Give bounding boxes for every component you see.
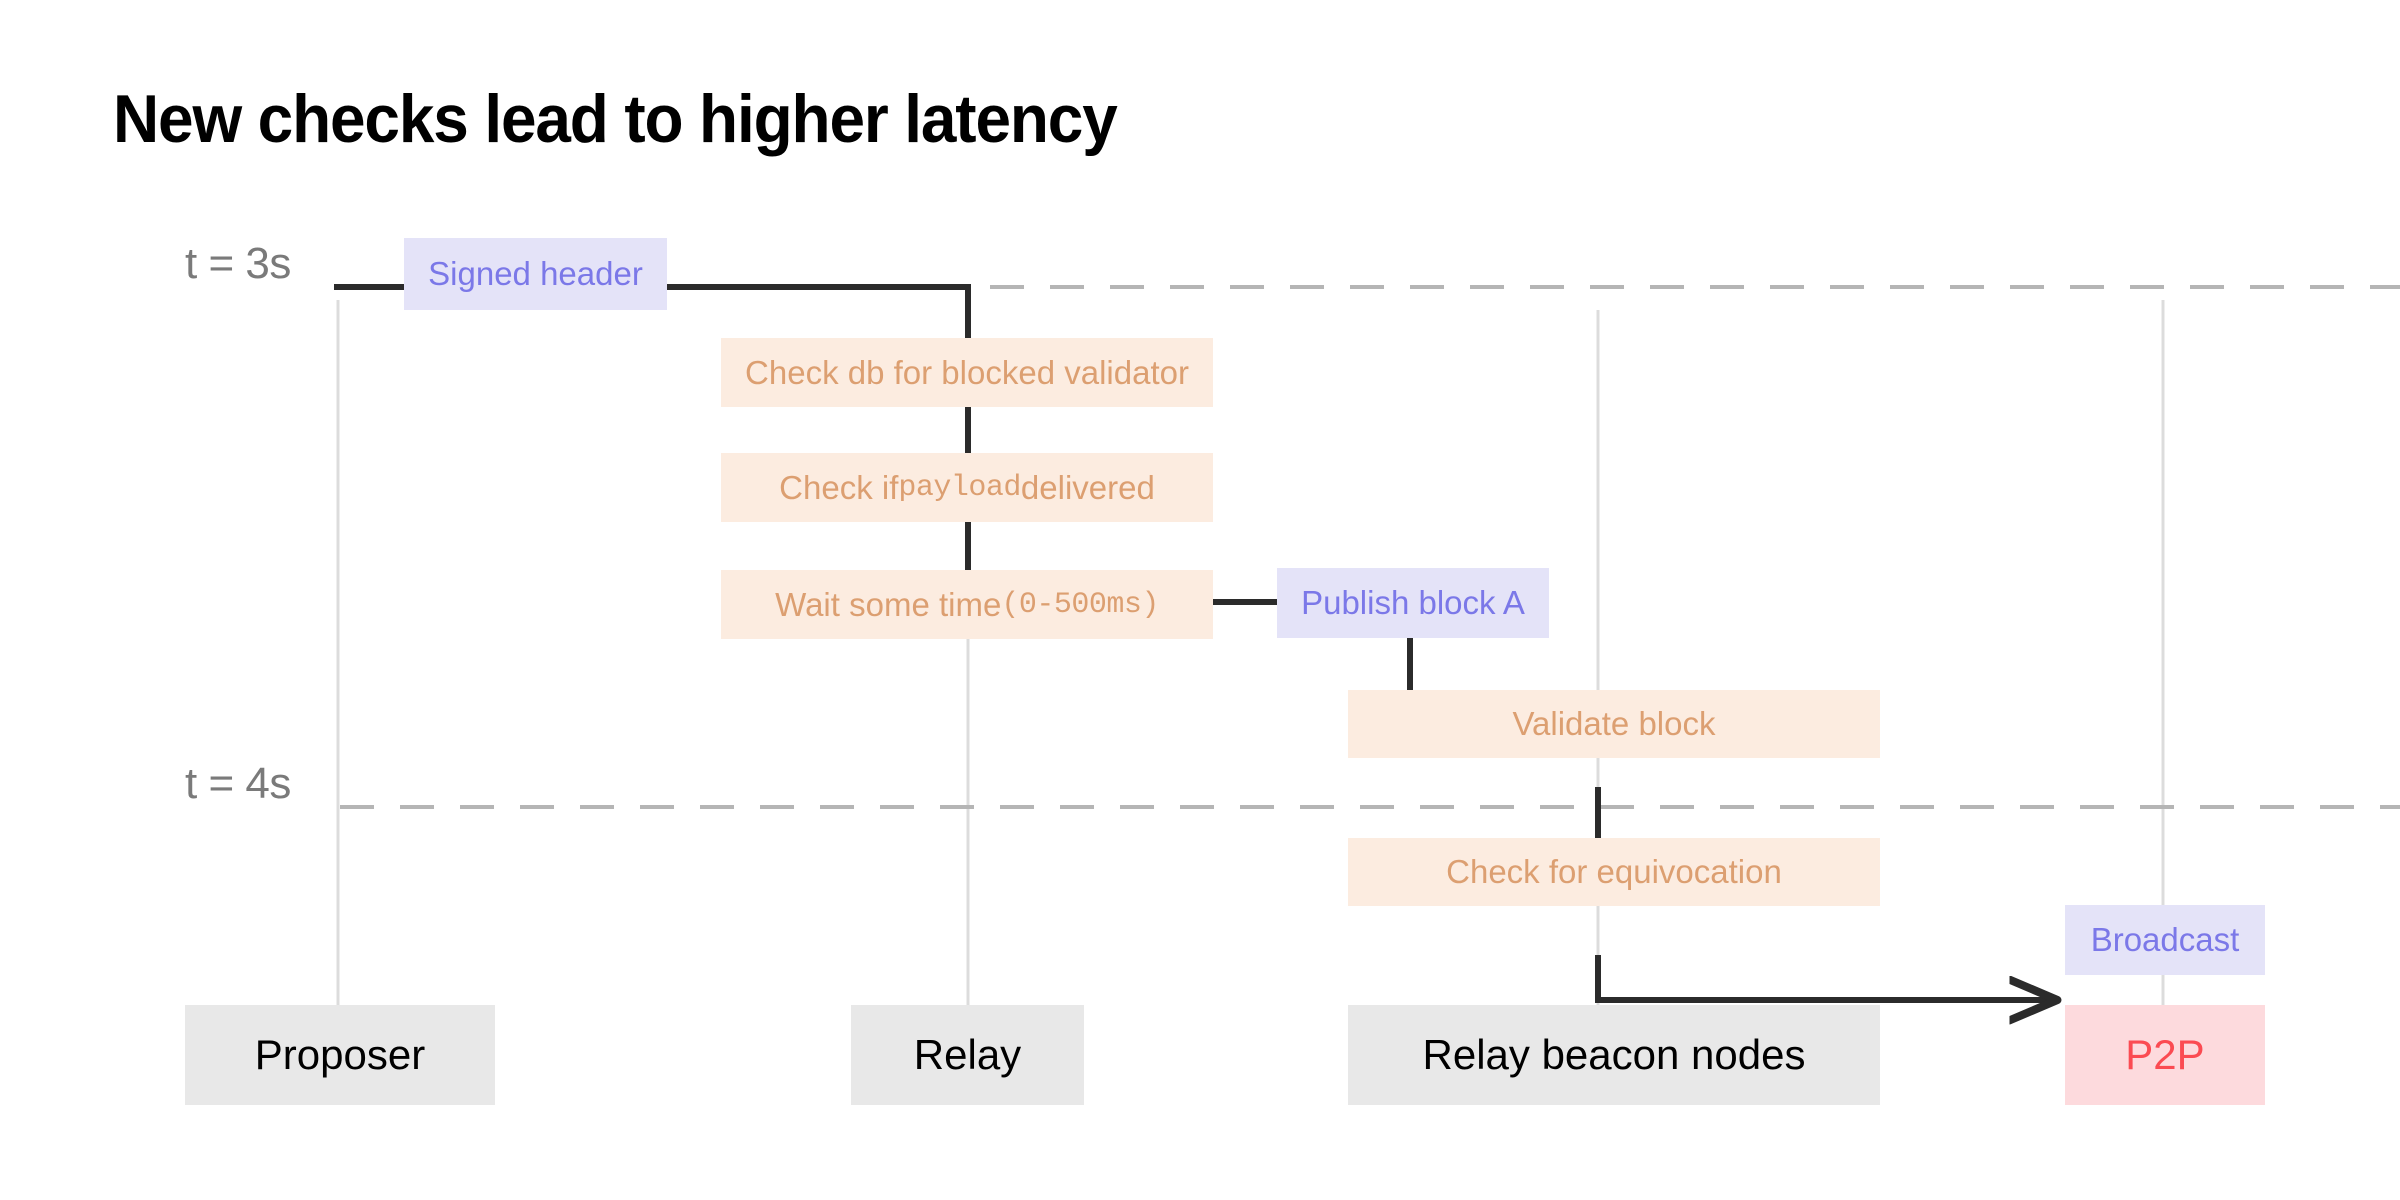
lane-guide-lines <box>336 300 2165 1005</box>
step-check-payload-delivered-label-mono: payload <box>898 470 1021 505</box>
lane-header-proposer[interactable]: Proposer <box>185 1005 495 1105</box>
lane-header-relay[interactable]: Relay <box>851 1005 1084 1105</box>
step-signed-header-label: Signed header <box>428 255 643 292</box>
lane-header-relay-beacon-nodes[interactable]: Relay beacon nodes <box>1348 1005 1880 1105</box>
connector-signed-header-to-check-db <box>667 284 971 338</box>
step-check-payload-delivered-label-pre: Check if <box>779 468 899 506</box>
step-check-for-equivocation[interactable]: Check for equivocation <box>1348 838 1880 906</box>
step-broadcast-label: Broadcast <box>2090 921 2240 958</box>
step-validate-block-label: Validate block <box>1512 705 1716 742</box>
connector-equivocation-to-broadcast <box>1595 955 2055 1000</box>
time-marker-t3: t = 3s <box>185 239 291 288</box>
diagram-canvas: New checks lead to higher latency t = 3s… <box>0 0 2400 1200</box>
step-signed-header[interactable]: Signed header <box>404 238 667 310</box>
step-check-payload-delivered[interactable]: Check if payload delivered <box>721 453 1213 522</box>
lane-header-p2p-label: P2P <box>2125 1031 2205 1078</box>
step-wait-some-time-label-mono: (0-500ms) <box>1001 587 1159 622</box>
step-wait-some-time-label-pre: Wait some time <box>775 585 1002 623</box>
step-check-db-blocked-validator[interactable]: Check db for blocked validator <box>721 338 1213 407</box>
step-wait-some-time[interactable]: Wait some time (0-500ms) <box>721 570 1213 639</box>
lane-header-relay-beacon-nodes-label: Relay beacon nodes <box>1422 1031 1806 1078</box>
step-check-db-blocked-validator-label: Check db for blocked validator <box>745 353 1189 391</box>
step-check-for-equivocation-label: Check for equivocation <box>1446 853 1782 890</box>
lane-header-proposer-label: Proposer <box>254 1031 426 1078</box>
step-validate-block[interactable]: Validate block <box>1348 690 1880 758</box>
step-publish-block-a[interactable]: Publish block A <box>1277 568 1549 638</box>
step-check-payload-delivered-label-post: delivered <box>1020 468 1155 506</box>
step-publish-block-a-label: Publish block A <box>1301 584 1525 621</box>
time-marker-t4: t = 4s <box>185 759 291 808</box>
lane-header-p2p[interactable]: P2P <box>2065 1005 2265 1105</box>
step-broadcast[interactable]: Broadcast <box>2065 905 2265 975</box>
page-title: New checks lead to higher latency <box>113 81 1118 157</box>
lane-header-relay-label: Relay <box>913 1031 1022 1078</box>
